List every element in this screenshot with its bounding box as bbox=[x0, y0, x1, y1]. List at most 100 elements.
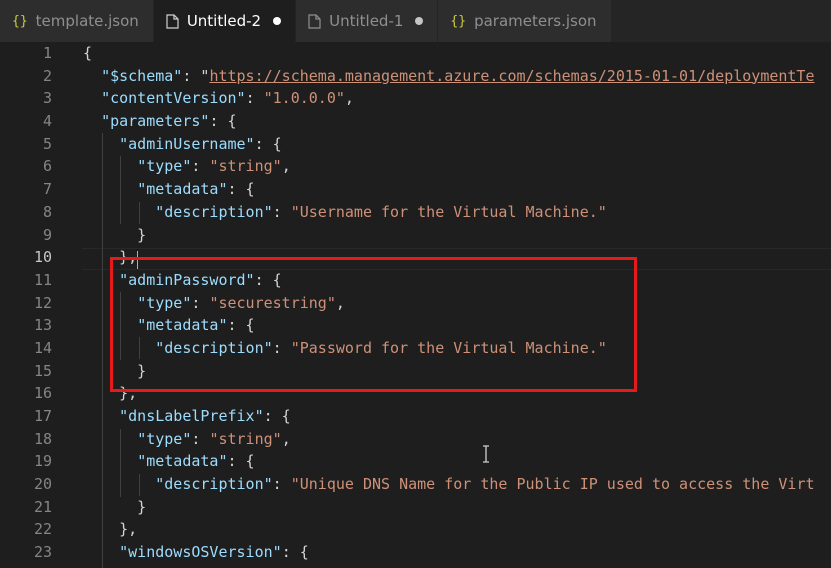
code-line[interactable]: 8 "description": "Username for the Virtu… bbox=[0, 201, 831, 224]
punctuation bbox=[83, 339, 155, 357]
json-key: "type" bbox=[137, 157, 192, 176]
punctuation: : bbox=[191, 293, 210, 312]
line-number: 23 bbox=[33, 543, 52, 562]
code-line[interactable]: 3 "contentVersion": "1.0.0.0", bbox=[0, 87, 831, 110]
punctuation: : bbox=[245, 89, 264, 108]
code-line[interactable]: 14 "description": "Password for the Virt… bbox=[0, 337, 831, 360]
json-key: "adminUsername" bbox=[119, 134, 255, 153]
line-number: 5 bbox=[42, 134, 52, 153]
code-line[interactable]: 9 } bbox=[0, 224, 831, 247]
punctuation bbox=[83, 430, 137, 448]
code-line[interactable]: 16 }, bbox=[0, 382, 831, 405]
json-key: "metadata" bbox=[137, 180, 228, 199]
punctuation: } bbox=[83, 497, 147, 516]
punctuation: : bbox=[191, 429, 210, 448]
punctuation bbox=[83, 475, 155, 493]
json-key: "adminPassword" bbox=[119, 270, 255, 289]
json-braces-icon: {} bbox=[450, 13, 467, 29]
code-text: "adminUsername": { bbox=[83, 133, 282, 156]
code-line[interactable]: 15 } bbox=[0, 360, 831, 383]
punctuation bbox=[83, 157, 137, 175]
unsaved-dot-icon[interactable] bbox=[273, 17, 282, 25]
code-line[interactable]: 20 "description": "Unique DNS Name for t… bbox=[0, 473, 831, 496]
code-line[interactable]: 13 "metadata": { bbox=[0, 314, 831, 337]
punctuation bbox=[83, 135, 119, 153]
json-string: "Username for the Virtual Machine." bbox=[290, 202, 607, 221]
tab-untitled-2[interactable]: Untitled-2 bbox=[153, 0, 297, 42]
punctuation: , bbox=[335, 293, 345, 312]
unsaved-dot-icon[interactable] bbox=[415, 17, 424, 25]
code-text: "type": "string", bbox=[83, 155, 291, 178]
line-number: 17 bbox=[33, 407, 52, 425]
code-text: { bbox=[83, 42, 92, 65]
code-text: "metadata": { bbox=[83, 178, 255, 201]
tab-bar: {} template.json Untitled-2 Untitled-1 {… bbox=[0, 0, 831, 42]
tab-label: template.json bbox=[35, 12, 139, 30]
code-text: "description": "Username for the Virtual… bbox=[83, 201, 607, 224]
punctuation: : bbox=[272, 338, 291, 357]
code-line[interactable]: 22 }, bbox=[0, 518, 831, 541]
json-string: "securestring" bbox=[209, 293, 336, 312]
code-text: "adminPassword": { bbox=[83, 269, 282, 292]
code-line[interactable]: 11 "adminPassword": { bbox=[0, 269, 831, 292]
punctuation: : bbox=[272, 202, 291, 221]
json-key: "description" bbox=[155, 338, 273, 357]
line-number: 18 bbox=[33, 429, 52, 448]
tab-parameters-json[interactable]: {} parameters.json bbox=[438, 0, 612, 42]
code-editor: {} template.json Untitled-2 Untitled-1 {… bbox=[0, 0, 831, 568]
code-text: "$schema": "https://schema.management.az… bbox=[83, 65, 815, 88]
code-lines: 1{2 "$schema": "https://schema.managemen… bbox=[0, 42, 831, 564]
json-string: "string" bbox=[209, 429, 282, 448]
code-line[interactable]: 10 }, bbox=[0, 246, 831, 269]
code-line[interactable]: 17 "dnsLabelPrefix": { bbox=[0, 405, 831, 428]
code-line[interactable]: 2 "$schema": "https://schema.management.… bbox=[0, 65, 831, 88]
code-text: }, bbox=[83, 246, 137, 269]
code-text: "type": "string", bbox=[83, 428, 291, 451]
code-text: }, bbox=[83, 518, 137, 541]
punctuation: : { bbox=[254, 134, 282, 153]
code-line[interactable]: 23 "windowsOSVersion": { bbox=[0, 541, 831, 564]
punctuation bbox=[83, 180, 137, 198]
punctuation bbox=[83, 67, 101, 85]
punctuation: } bbox=[83, 225, 147, 244]
punctuation: : bbox=[191, 157, 210, 176]
json-string: "Unique DNS Name for the Public IP used … bbox=[290, 475, 815, 494]
punctuation: , bbox=[281, 157, 291, 176]
punctuation: : { bbox=[227, 452, 255, 471]
code-line[interactable]: 19 "metadata": { bbox=[0, 450, 831, 473]
line-number: 9 bbox=[42, 225, 52, 244]
punctuation: : bbox=[272, 475, 291, 494]
json-string: "string" bbox=[209, 157, 282, 176]
line-number: 7 bbox=[42, 180, 52, 199]
line-number: 4 bbox=[42, 112, 52, 131]
line-number: 14 bbox=[33, 338, 52, 357]
tab-label: parameters.json bbox=[474, 12, 597, 30]
punctuation: }, bbox=[83, 248, 138, 267]
line-number: 19 bbox=[33, 452, 52, 471]
json-string: https://schema.management.azure.com/sche… bbox=[209, 66, 815, 85]
json-key: "windowsOSVersion" bbox=[119, 543, 282, 562]
line-number: 16 bbox=[33, 384, 52, 403]
code-line[interactable]: 4 "parameters": { bbox=[0, 110, 831, 133]
line-number: 2 bbox=[42, 66, 52, 85]
punctuation: : { bbox=[227, 316, 255, 335]
code-line[interactable]: 18 "type": "string", bbox=[0, 428, 831, 451]
punctuation: : { bbox=[227, 180, 255, 199]
punctuation: }, bbox=[83, 384, 138, 403]
code-line[interactable]: 21 } bbox=[0, 496, 831, 519]
tab-template-json[interactable]: {} template.json bbox=[0, 0, 154, 42]
code-line[interactable]: 6 "type": "string", bbox=[0, 155, 831, 178]
code-line[interactable]: 1{ bbox=[0, 42, 831, 65]
tab-untitled-1[interactable]: Untitled-1 bbox=[296, 0, 439, 42]
code-text: } bbox=[83, 496, 146, 519]
code-area[interactable]: 1{2 "$schema": "https://schema.managemen… bbox=[0, 42, 831, 568]
json-braces-icon: {} bbox=[12, 13, 28, 29]
code-line[interactable]: 5 "adminUsername": { bbox=[0, 133, 831, 156]
code-text: "dnsLabelPrefix": { bbox=[83, 405, 291, 428]
line-number: 13 bbox=[33, 316, 52, 335]
code-line[interactable]: 12 "type": "securestring", bbox=[0, 292, 831, 315]
punctuation bbox=[83, 294, 137, 312]
code-line[interactable]: 7 "metadata": { bbox=[0, 178, 831, 201]
line-number: 8 bbox=[42, 202, 52, 221]
json-key: "parameters" bbox=[101, 112, 210, 131]
